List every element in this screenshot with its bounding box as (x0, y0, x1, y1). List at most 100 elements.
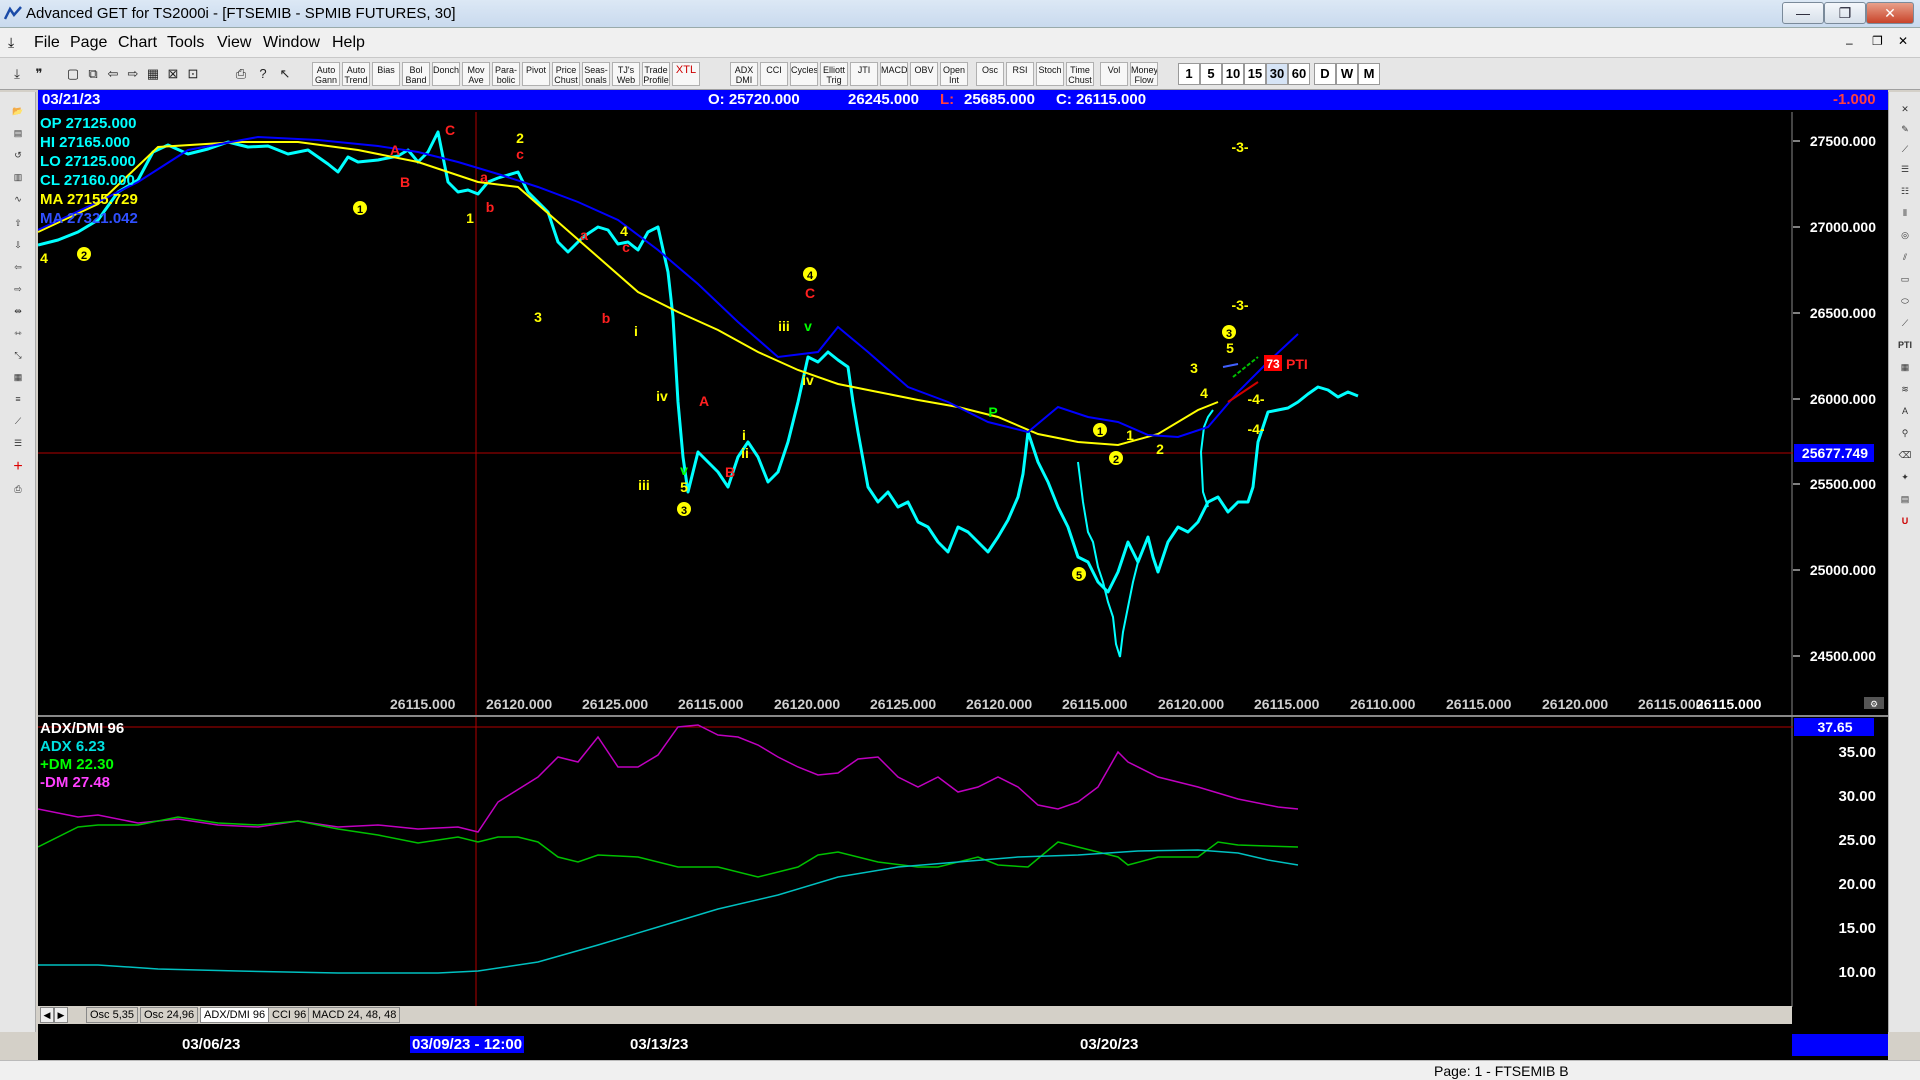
fib-ext-icon[interactable]: ☷ (1893, 182, 1917, 200)
chart-settings-icon[interactable]: ⚙ (1864, 697, 1884, 709)
forward-icon[interactable]: ⇨ (122, 63, 144, 85)
print-icon[interactable]: ⎙ (230, 63, 252, 85)
minimize-button[interactable]: — (1782, 2, 1824, 24)
adx-dmi-panel[interactable]: 37.65 35.00 30.00 25.00 20.00 15.00 10.0… (38, 717, 1888, 1007)
tab-adx-dmi-96[interactable]: ADX/DMI 96 (200, 1007, 270, 1023)
undo-icon[interactable]: U (1893, 512, 1917, 530)
price-chart[interactable]: 25677.749 27500.000 27000.000 26500.000 … (38, 112, 1888, 715)
arrow-left-icon[interactable]: ⇦ (6, 258, 30, 276)
restore-button[interactable]: ❐ (1824, 2, 1866, 24)
menu-page[interactable]: Page (70, 34, 107, 52)
ellipse-icon[interactable]: ⬭ (1893, 292, 1917, 310)
reset-icon[interactable]: ↺ (6, 146, 30, 164)
print-tool-icon[interactable]: ⎙ (6, 480, 30, 498)
close-button[interactable]: ✕ (1866, 2, 1914, 24)
prob-icon[interactable]: ≋ (1893, 380, 1917, 398)
tab-macd[interactable]: MACD 24, 48, 48 (308, 1007, 401, 1023)
box-icon[interactable]: ▭ (1893, 270, 1917, 288)
tool-money-flow[interactable]: Money Flow (1130, 62, 1158, 86)
timeframe-30[interactable]: 30 (1266, 63, 1288, 85)
tool-seasonals[interactable]: Seas- onals (582, 62, 610, 86)
tool-rsi[interactable]: RSI (1006, 62, 1034, 86)
open-icon[interactable]: 📂 (6, 102, 30, 120)
arrow-up-icon[interactable]: ⇧ (6, 214, 30, 232)
tool-cycles[interactable]: Cycles (790, 62, 818, 86)
fib-icon[interactable]: ☰ (6, 434, 30, 452)
menu-tools[interactable]: Tools (167, 34, 204, 52)
zoom-icon[interactable]: ⊡ (182, 63, 204, 85)
crosshair-icon[interactable]: + (6, 458, 30, 476)
compress-icon[interactable]: ⇹ (6, 302, 30, 320)
tool-xtl[interactable]: XTL (672, 62, 700, 86)
tool-elliott-trig[interactable]: Elliott Trig (820, 62, 848, 86)
tool-obv[interactable]: OBV (910, 62, 938, 86)
tool-trade-profile[interactable]: Trade Profile (642, 62, 670, 86)
timeframe-10[interactable]: 10 (1222, 63, 1244, 85)
tool-bias[interactable]: Bias (372, 62, 400, 86)
child-minimize-button[interactable]: – (1846, 36, 1853, 50)
back-icon[interactable]: ⇦ (102, 63, 124, 85)
tab-cci-96[interactable]: CCI 96 (268, 1007, 311, 1023)
cross-tool-icon[interactable]: ✕ (1893, 100, 1917, 118)
tool-macd[interactable]: MACD (880, 62, 908, 86)
new-page-icon[interactable]: ▢ (62, 63, 84, 85)
menu-help[interactable]: Help (332, 34, 365, 52)
channel-icon[interactable]: ⫽ (1893, 248, 1917, 266)
tab-osc-5-35[interactable]: Osc 5,35 (86, 1007, 139, 1023)
tool-price-clust[interactable]: Price Chust (552, 62, 580, 86)
timeframe-5[interactable]: 5 (1200, 63, 1222, 85)
tab-scroll-right-icon[interactable]: ▶ (54, 1007, 68, 1023)
tool-parabolic[interactable]: Para- bolic (492, 62, 520, 86)
timeframe-15[interactable]: 15 (1244, 63, 1266, 85)
timeframe-monthly[interactable]: M (1358, 63, 1380, 85)
fib-ret-icon[interactable]: ☰ (1893, 160, 1917, 178)
lines-icon[interactable]: ≡ (6, 390, 30, 408)
tool-open-int[interactable]: Open Int (940, 62, 968, 86)
zoom-area-icon[interactable]: ⤡ (6, 346, 30, 364)
trendline-icon[interactable]: ⟋ (1893, 140, 1917, 158)
tab-scroll-left-icon[interactable]: ◀ (40, 1007, 54, 1023)
copy-icon[interactable]: ⧉ (82, 63, 104, 85)
child-restore-button[interactable]: ❐ (1872, 34, 1883, 48)
arrow-down-icon[interactable]: ⇩ (6, 236, 30, 254)
child-close-button[interactable]: ✕ (1898, 34, 1908, 48)
context-help-icon[interactable]: ↖ (274, 63, 296, 85)
timeframe-weekly[interactable]: W (1336, 63, 1358, 85)
pencil-icon[interactable]: ✎ (1893, 120, 1917, 138)
chart-icon[interactable]: ▤ (6, 124, 30, 142)
grid-tool-icon[interactable]: ▦ (6, 368, 30, 386)
palette-icon[interactable]: ✦ (1893, 468, 1917, 486)
magnifier-icon[interactable]: ⚲ (1893, 424, 1917, 442)
arrow-right-icon[interactable]: ⇨ (6, 280, 30, 298)
tool-stoch[interactable]: Stoch (1036, 62, 1064, 86)
tool-vol[interactable]: Vol (1100, 62, 1128, 86)
study-icon[interactable]: ▥ (6, 168, 30, 186)
menu-chart[interactable]: Chart (118, 34, 157, 52)
menu-file[interactable]: File (34, 34, 60, 52)
tool-mov-ave[interactable]: Mov Ave (462, 62, 490, 86)
pin-icon[interactable]: ⤓ (6, 63, 28, 85)
spiral-icon[interactable]: ◎ (1893, 226, 1917, 244)
elliott-icon[interactable]: ∿ (6, 190, 30, 208)
gann-icon[interactable]: ⟋ (6, 412, 30, 430)
quote-icon[interactable]: ❞ (28, 63, 50, 85)
timeframe-1[interactable]: 1 (1178, 63, 1200, 85)
expand-icon[interactable]: ⇿ (6, 324, 30, 342)
menu-view[interactable]: View (217, 34, 251, 52)
layers-icon[interactable]: ▤ (1893, 490, 1917, 508)
tool-cci[interactable]: CCI (760, 62, 788, 86)
text-tool-icon[interactable]: A (1893, 402, 1917, 420)
timeframe-daily[interactable]: D (1314, 63, 1336, 85)
tool-adx-dmi[interactable]: ADX DMI (730, 62, 758, 86)
tool-bol-band[interactable]: Bol Band (402, 62, 430, 86)
tool-osc[interactable]: Osc (976, 62, 1004, 86)
grid-right-icon[interactable]: ▦ (1893, 358, 1917, 376)
grid-icon[interactable]: ▦ (142, 63, 164, 85)
tool-time-clust[interactable]: Time Chust (1066, 62, 1094, 86)
tool-donch[interactable]: Donch (432, 62, 460, 86)
help-icon[interactable]: ? (252, 63, 274, 85)
tool-auto-trend[interactable]: Auto Trend (342, 62, 370, 86)
delete-icon[interactable]: ⊠ (162, 63, 184, 85)
tool-pivot[interactable]: Pivot (522, 62, 550, 86)
menu-window[interactable]: Window (263, 34, 320, 52)
